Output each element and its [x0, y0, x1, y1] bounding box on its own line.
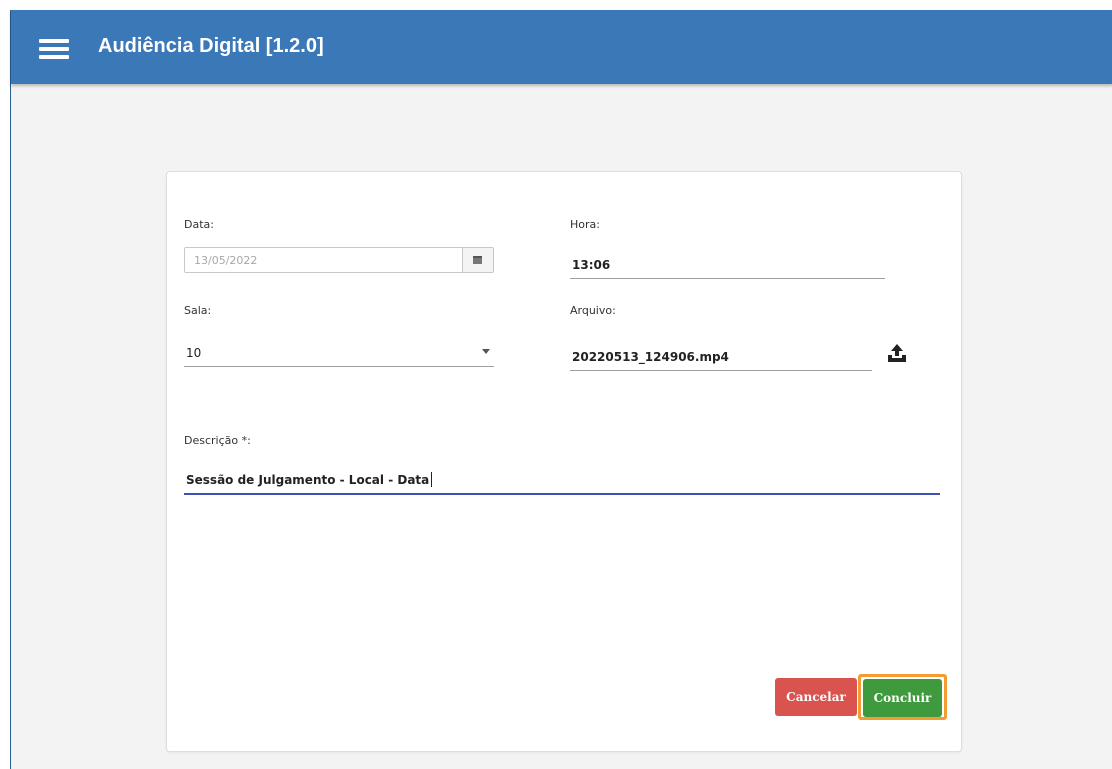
app-title: Audiência Digital [1.2.0]: [98, 35, 324, 57]
data-label: Data:: [184, 218, 214, 231]
app-window: Audiência Digital [1.2.0] Data: 13/05/20…: [10, 10, 1112, 769]
text-cursor: [431, 472, 433, 487]
descricao-label: Descrição *:: [184, 434, 251, 447]
time-field[interactable]: 13:06: [570, 248, 885, 279]
hora-label: Hora:: [570, 218, 600, 231]
confirm-button-highlight: Concluir: [858, 674, 947, 720]
arquivo-label: Arquivo:: [570, 304, 616, 317]
hamburger-menu-icon[interactable]: [39, 39, 69, 59]
chevron-down-icon: [482, 349, 490, 354]
upload-icon[interactable]: [886, 342, 908, 364]
form-card: Data: 13/05/2022 Hora: 13:06 Sala: 10 Ar…: [166, 171, 962, 752]
app-bar: Audiência Digital [1.2.0]: [11, 10, 1112, 84]
description-value: Sessão de Julgamento - Local - Data: [186, 472, 433, 487]
file-field[interactable]: 20220513_124906.mp4: [570, 336, 872, 371]
description-input[interactable]: Sessão de Julgamento - Local - Data: [184, 467, 940, 495]
room-select[interactable]: 10: [184, 334, 494, 367]
file-value: 20220513_124906.mp4: [572, 350, 729, 364]
confirm-button[interactable]: Concluir: [863, 679, 942, 717]
date-field[interactable]: 13/05/2022: [184, 247, 494, 273]
time-value: 13:06: [572, 258, 611, 272]
room-value: 10: [186, 346, 202, 360]
sala-label: Sala:: [184, 304, 212, 317]
cancel-button[interactable]: Cancelar: [775, 678, 857, 716]
date-picker-button[interactable]: [462, 248, 493, 272]
calendar-icon: [473, 256, 482, 264]
description-text: Sessão de Julgamento - Local - Data: [186, 473, 430, 487]
date-value: 13/05/2022: [194, 254, 258, 267]
